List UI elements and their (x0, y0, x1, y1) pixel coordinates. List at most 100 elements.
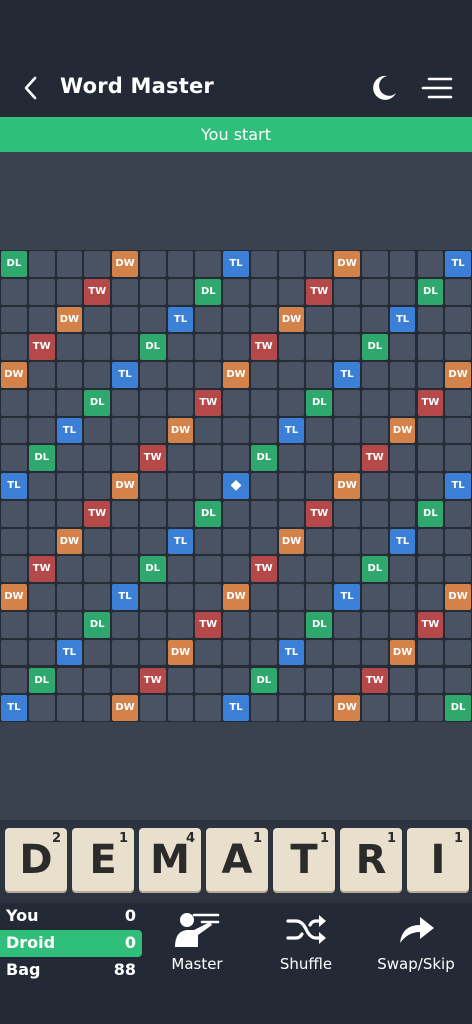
board-cell[interactable] (139, 251, 166, 277)
board-cell[interactable] (278, 611, 305, 638)
board-cell[interactable] (1, 556, 27, 583)
board-cell[interactable] (56, 278, 83, 305)
board-bonus-tw[interactable]: TW (417, 389, 444, 416)
board-cell[interactable] (278, 251, 305, 277)
board-bonus-tl[interactable]: TL (112, 584, 138, 610)
board-cell[interactable] (139, 584, 166, 610)
board-cell[interactable] (306, 473, 333, 499)
board-cell[interactable] (223, 500, 249, 527)
board-cell[interactable] (250, 278, 277, 305)
board-bonus-tw[interactable]: TW (250, 334, 277, 361)
board-cell[interactable] (84, 556, 111, 583)
board-bonus-tl[interactable]: TL (445, 473, 471, 499)
board-bonus-tw[interactable]: TW (139, 445, 166, 472)
board-cell[interactable] (361, 584, 388, 610)
board-cell[interactable] (389, 362, 416, 388)
board-cell[interactable] (250, 389, 277, 416)
rack-tile[interactable]: E1 (72, 828, 134, 891)
board-cell[interactable] (112, 528, 138, 555)
board-bonus-dw[interactable]: DW (334, 473, 360, 499)
chevron-left-icon[interactable] (18, 74, 44, 102)
board-bonus-dw[interactable]: DW (167, 639, 194, 666)
board-bonus-dl[interactable]: DL (417, 278, 444, 305)
board-cell[interactable] (250, 473, 277, 499)
board-cell[interactable] (28, 278, 55, 305)
board-bonus-tl[interactable]: TL (223, 251, 249, 277)
board-cell[interactable] (1, 611, 27, 638)
board-cell[interactable] (389, 251, 416, 277)
board-cell[interactable] (334, 500, 360, 527)
board-cell[interactable] (84, 695, 111, 721)
board-cell[interactable] (28, 362, 55, 388)
board-cell[interactable] (84, 362, 111, 388)
board-cell[interactable] (417, 667, 444, 694)
board-cell[interactable] (195, 473, 222, 499)
board-bonus-tw[interactable]: TW (361, 667, 388, 694)
board-cell[interactable] (278, 584, 305, 610)
board-cell[interactable] (417, 695, 444, 721)
board-cell[interactable] (445, 556, 471, 583)
board-cell[interactable] (84, 473, 111, 499)
board-cell[interactable] (195, 362, 222, 388)
board-cell[interactable] (278, 389, 305, 416)
board-cell[interactable] (195, 584, 222, 610)
board-bonus-tl[interactable]: TL (167, 306, 194, 333)
board-cell[interactable] (361, 306, 388, 333)
board-cell[interactable] (1, 278, 27, 305)
board-cell[interactable] (112, 556, 138, 583)
board-cell[interactable] (28, 306, 55, 333)
board-cell[interactable] (278, 362, 305, 388)
board-bonus-tw[interactable]: TW (195, 611, 222, 638)
board-cell[interactable] (167, 278, 194, 305)
board-bonus-dl[interactable]: DL (139, 334, 166, 361)
board-bonus-dw[interactable]: DW (389, 639, 416, 666)
board-bonus-dl[interactable]: DL (195, 278, 222, 305)
board-cell[interactable] (56, 500, 83, 527)
board-cell[interactable] (112, 500, 138, 527)
board-cell[interactable] (1, 500, 27, 527)
board-cell[interactable] (56, 695, 83, 721)
board-bonus-dl[interactable]: DL (445, 695, 471, 721)
board-cell[interactable] (417, 473, 444, 499)
rack-tile[interactable]: R1 (340, 828, 402, 891)
board-cell[interactable] (195, 695, 222, 721)
board-cell[interactable] (306, 667, 333, 694)
board-bonus-tl[interactable]: TL (223, 695, 249, 721)
board-bonus-dw[interactable]: DW (389, 417, 416, 444)
board-cell[interactable] (1, 639, 27, 666)
rack-tile[interactable]: I1 (407, 828, 469, 891)
board-cell[interactable] (112, 611, 138, 638)
board-bonus-tl[interactable]: TL (389, 306, 416, 333)
board-cell[interactable] (223, 306, 249, 333)
board-cell[interactable] (361, 362, 388, 388)
board-cell[interactable] (1, 306, 27, 333)
board-cell[interactable] (112, 278, 138, 305)
board-cell[interactable] (250, 584, 277, 610)
board-cell[interactable] (445, 389, 471, 416)
board-bonus-tl[interactable]: TL (278, 417, 305, 444)
board-bonus-tw[interactable]: TW (195, 389, 222, 416)
board-cell[interactable] (306, 417, 333, 444)
board-bonus-dw[interactable]: DW (278, 306, 305, 333)
board-cell[interactable] (250, 639, 277, 666)
board-bonus-tw[interactable]: TW (28, 334, 55, 361)
board-bonus-dl[interactable]: DL (250, 445, 277, 472)
board-cell[interactable] (361, 278, 388, 305)
board-cell[interactable] (223, 278, 249, 305)
board-bonus-dw[interactable]: DW (334, 695, 360, 721)
board-cell[interactable] (223, 528, 249, 555)
board-cell[interactable] (306, 584, 333, 610)
board-cell[interactable] (250, 306, 277, 333)
board-cell[interactable] (389, 473, 416, 499)
board-cell[interactable] (417, 362, 444, 388)
board-cell[interactable] (139, 417, 166, 444)
board-bonus-dw[interactable]: DW (56, 528, 83, 555)
board-bonus-tw[interactable]: TW (28, 556, 55, 583)
board-cell[interactable] (389, 584, 416, 610)
board-cell[interactable] (306, 528, 333, 555)
board-cell[interactable] (167, 389, 194, 416)
board-cell[interactable] (84, 417, 111, 444)
board-cell[interactable] (56, 611, 83, 638)
board-cell[interactable] (139, 473, 166, 499)
board-cell[interactable] (167, 251, 194, 277)
